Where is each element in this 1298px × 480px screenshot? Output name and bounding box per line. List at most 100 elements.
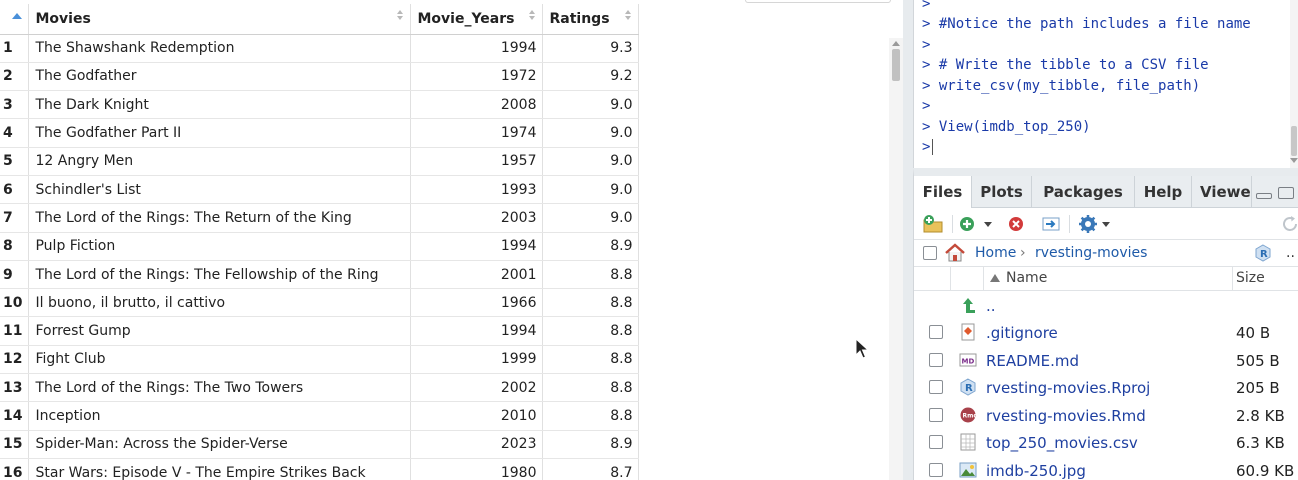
breadcrumb-home[interactable]: Home <box>975 245 1016 261</box>
cell-year: 1972 <box>410 62 544 92</box>
breadcrumb-folder[interactable]: rvesting-movies <box>1035 245 1147 261</box>
file-row[interactable]: top_250_movies.csv 6.3 KB <box>914 429 1298 457</box>
table-row[interactable]: 15 Spider-Man: Across the Spider-Verse 202… <box>0 430 640 459</box>
console-pane[interactable]: > > #Notice the path includes a file nam… <box>913 0 1298 168</box>
table-row[interactable]: 7 The Lord of the Rings: The Return of th… <box>0 203 640 233</box>
column-header-name[interactable]: Name <box>1006 270 1047 286</box>
cell-movie: Pulp Fiction <box>28 232 412 261</box>
scroll-up-icon[interactable] <box>892 41 900 46</box>
row-number: 3 <box>0 90 30 120</box>
tab-help[interactable]: Help <box>1135 176 1192 208</box>
maximize-pane-icon[interactable] <box>1278 187 1294 199</box>
table-row[interactable]: 2 The Godfather 1972 9.2 <box>0 62 640 92</box>
more-settings-button[interactable] <box>1078 214 1110 234</box>
file-name-link[interactable]: top_250_movies.csv <box>986 434 1138 452</box>
row-number: 8 <box>0 232 30 261</box>
scroll-down-icon[interactable] <box>1290 158 1298 163</box>
cell-rating: 8.8 <box>542 288 640 318</box>
console-line: > write_csv(my_tibble, file_path) <box>922 76 1200 96</box>
file-row[interactable]: Rrvesting-movies.Rproj 205 B <box>914 374 1298 402</box>
table-row[interactable]: 6 Schindler's List 1993 9.0 <box>0 175 640 205</box>
rename-button[interactable] <box>1041 214 1061 234</box>
row-number-header[interactable] <box>0 4 30 35</box>
files-pane-tabs: Files Plots Packages Help Viewer <box>914 176 1298 209</box>
cell-movie: 12 Angry Men <box>28 147 412 176</box>
tab-plots[interactable]: Plots <box>972 176 1032 208</box>
column-header-movie-years[interactable]: Movie_Years <box>410 4 544 35</box>
select-all-checkbox[interactable] <box>923 246 937 260</box>
file-checkbox[interactable] <box>929 462 943 477</box>
file-name-link[interactable]: .gitignore <box>986 324 1058 342</box>
tab-packages[interactable]: Packages <box>1032 176 1135 208</box>
cell-movie: The Godfather <box>28 62 412 92</box>
table-row[interactable]: 9 The Lord of the Rings: The Fellowship o… <box>0 260 640 290</box>
sort-icon[interactable] <box>529 10 536 22</box>
cell-movie: The Godfather Part II <box>28 118 412 148</box>
scrollbar-thumb[interactable] <box>1291 126 1297 156</box>
file-name-link[interactable]: rvesting-movies.Rproj <box>986 379 1150 397</box>
viewer-scrollbar[interactable] <box>889 38 903 480</box>
tab-files[interactable]: Files <box>914 176 972 209</box>
console-scrollbar[interactable] <box>1290 0 1298 168</box>
table-row[interactable]: 3 The Dark Knight 2008 9.0 <box>0 90 640 120</box>
file-row[interactable]: Rmd rvesting-movies.Rmd 2.8 KB <box>914 402 1298 430</box>
new-folder-button[interactable] <box>922 214 944 234</box>
sort-icon[interactable] <box>397 10 404 22</box>
rproj-icon[interactable]: R <box>1254 244 1272 262</box>
cell-year: 1980 <box>410 458 544 480</box>
file-name-link[interactable]: imdb-250.jpg <box>986 462 1086 480</box>
scrollbar-thumb[interactable] <box>892 49 900 81</box>
table-row[interactable]: 14 Inception 2010 8.8 <box>0 401 640 431</box>
table-row[interactable]: 11 Forrest Gump 1994 8.8 <box>0 316 640 346</box>
file-name-link[interactable]: rvesting-movies.Rmd <box>986 407 1146 425</box>
cell-year: 1994 <box>410 316 544 346</box>
file-name-link[interactable]: README.md <box>986 352 1079 370</box>
cell-movie: Il buono, il brutto, il cattivo <box>28 288 412 318</box>
svg-text:MD: MD <box>962 357 975 365</box>
parent-directory-row[interactable]: .. <box>914 292 1298 320</box>
data-table: Movies Movie_Years Ratings 1 The Shawshan… <box>0 4 640 480</box>
table-row[interactable]: 12 Fight Club 1999 8.8 <box>0 345 640 375</box>
svg-text:R: R <box>1260 249 1268 260</box>
cell-year: 1994 <box>410 34 544 63</box>
cell-rating: 8.9 <box>542 232 640 261</box>
mouse-pointer-icon <box>855 338 869 359</box>
up-arrow-icon <box>963 298 975 313</box>
new-blank-file-button[interactable] <box>958 214 992 234</box>
file-checkbox[interactable] <box>929 380 943 394</box>
add-file-icon <box>960 217 974 231</box>
file-checkbox[interactable] <box>929 352 943 367</box>
file-row[interactable]: .gitignore 40 B <box>914 319 1298 347</box>
cell-rating: 8.8 <box>542 373 640 403</box>
file-checkbox[interactable] <box>929 325 943 339</box>
cell-movie: Schindler's List <box>28 175 412 205</box>
table-row[interactable]: 16 Star Wars: Episode V - The Empire Stri… <box>0 458 640 480</box>
parent-directory-link[interactable]: .. <box>986 297 996 315</box>
console-line: > <box>922 35 930 55</box>
minimize-pane-icon[interactable] <box>1256 193 1272 199</box>
file-row[interactable]: MD README.md 505 B <box>914 347 1298 375</box>
console-line: > <box>922 96 930 116</box>
table-row[interactable]: 8 Pulp Fiction 1994 8.9 <box>0 232 640 261</box>
refresh-button[interactable] <box>1280 214 1298 234</box>
column-header-size[interactable]: Size <box>1236 270 1265 286</box>
pane-splitter[interactable] <box>903 0 913 480</box>
file-row[interactable]: imdb-250.jpg 60.9 KB <box>914 457 1298 480</box>
tab-viewer[interactable]: Viewer <box>1192 176 1252 208</box>
table-row[interactable]: 1 The Shawshank Redemption 1994 9.3 <box>0 34 640 63</box>
table-row[interactable]: 4 The Godfather Part II 1974 9.0 <box>0 118 640 148</box>
sort-icon[interactable] <box>625 10 632 22</box>
column-header-ratings[interactable]: Ratings <box>542 4 640 35</box>
breadcrumb-overflow[interactable]: .. <box>1286 245 1295 261</box>
table-row[interactable]: 5 12 Angry Men 1957 9.0 <box>0 147 640 176</box>
delete-button[interactable] <box>1007 214 1025 234</box>
cell-year: 2008 <box>410 90 544 120</box>
column-header-movies[interactable]: Movies <box>28 4 412 35</box>
table-row[interactable]: 13 The Lord of the Rings: The Two Towers 2… <box>0 373 640 403</box>
files-pane: Files Plots Packages Help Viewer <box>913 168 1298 480</box>
file-checkbox[interactable] <box>929 407 943 422</box>
file-checkbox[interactable] <box>929 435 943 449</box>
cell-movie: Inception <box>28 401 412 431</box>
home-icon[interactable] <box>944 243 966 263</box>
table-row[interactable]: 10 Il buono, il brutto, il cattivo 1966 8.8 <box>0 288 640 318</box>
